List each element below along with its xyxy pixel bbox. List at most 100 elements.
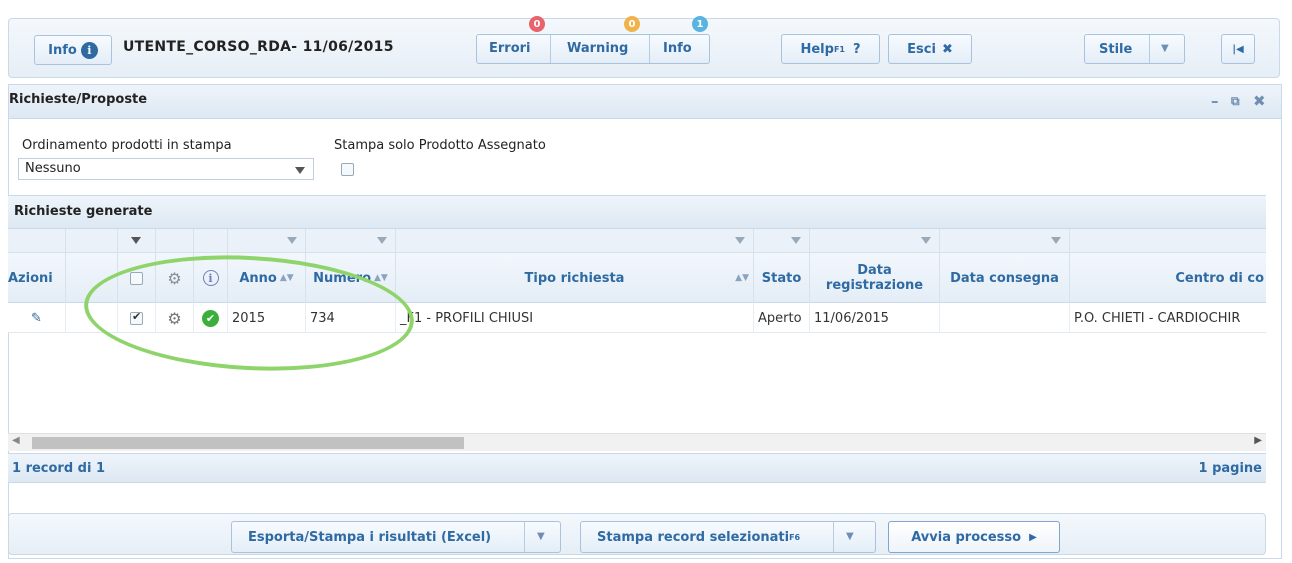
horizontal-scrollbar[interactable]: ◀ ▶	[8, 433, 1266, 451]
filter-cell	[66, 229, 118, 253]
col-data-consegna-label: Data consegna	[950, 270, 1059, 286]
row-blank	[66, 303, 118, 333]
messages-group: Errori Warning Info	[476, 34, 710, 64]
col-numero-label: Numero	[313, 270, 371, 286]
col-azioni: Azioni	[8, 253, 66, 303]
dropdown-funnel-icon	[295, 167, 305, 174]
panel-title: Richieste/Proposte	[9, 92, 148, 107]
errors-button[interactable]: Errori	[489, 41, 531, 56]
help-button-label: Help	[800, 41, 834, 57]
filter-cell-stato[interactable]	[754, 229, 810, 253]
separator	[833, 522, 834, 552]
style-dropdown[interactable]: Stile ▼	[1084, 34, 1185, 64]
row-status-icon: ✔	[194, 303, 228, 333]
print-selected-button[interactable]: Stampa record selezionati F6 ▼	[580, 521, 876, 553]
help-button[interactable]: Help F1 ?	[781, 34, 880, 64]
row-gear: ⚙	[156, 303, 194, 333]
close-panel-icon[interactable]: ✖	[1253, 92, 1266, 110]
col-tipo-label: Tipo richiesta	[524, 270, 625, 286]
warning-count-badge: 0	[624, 16, 640, 32]
print-selected-shortcut: F6	[789, 532, 801, 542]
chevron-down-icon[interactable]: ▼	[846, 531, 854, 542]
page-count: 1 pagine	[1198, 461, 1262, 476]
select-all-checkbox[interactable]	[130, 271, 143, 285]
col-numero[interactable]: Numero ▲▼	[306, 253, 396, 303]
filter-cell-centro[interactable]	[1070, 229, 1266, 253]
ordinamento-select[interactable]: Nessuno	[18, 158, 314, 180]
stampa-solo-checkbox[interactable]	[341, 163, 354, 176]
filter-cell-numero[interactable]	[306, 229, 396, 253]
scroll-left-icon[interactable]: ◀	[12, 435, 20, 446]
chevron-down-icon[interactable]: ▼	[537, 531, 545, 542]
info-outline-icon: i	[202, 270, 219, 286]
cell-centro: P.O. CHIETI - CARDIOCHIR	[1074, 310, 1241, 326]
gears-icon: ⚙	[167, 268, 182, 288]
col-tipo[interactable]: Tipo richiesta ▲▼	[396, 253, 754, 303]
table-row[interactable]: ✎ ⚙ ✔ 2015 734 _F1 - PROFILI CHIUSI Aper…	[8, 303, 1266, 333]
filter-cell-tipo[interactable]	[396, 229, 754, 253]
warning-button[interactable]: Warning	[567, 41, 628, 56]
exit-button-label: Esci	[907, 41, 936, 57]
grid-header-row: Azioni ⚙ i Anno ▲▼ Numero ▲▼ Tipo richiest…	[8, 253, 1266, 303]
help-shortcut: F1	[833, 44, 845, 54]
play-icon: ▶	[1029, 531, 1037, 543]
scroll-right-icon[interactable]: ▶	[1254, 435, 1262, 446]
grid-section-title: Richieste generate	[14, 204, 153, 219]
col-data-reg-label: Data registrazione	[825, 263, 924, 293]
filter-cell	[156, 229, 194, 253]
exit-button[interactable]: Esci ✖	[888, 34, 972, 64]
restore-icon[interactable]: ⧉	[1231, 94, 1240, 109]
collapse-left-icon: |◀	[1232, 43, 1244, 55]
filter-icon	[921, 237, 931, 244]
col-data-consegna[interactable]: Data consegna	[940, 253, 1070, 303]
col-data-reg[interactable]: Data registrazione	[810, 253, 940, 303]
filter-cell-check[interactable]	[118, 229, 156, 253]
process-gear-icon[interactable]: ⚙	[167, 309, 181, 328]
filter-row	[8, 229, 1266, 253]
filter-icon	[287, 237, 297, 244]
filter-icon	[791, 237, 801, 244]
sort-icon: ▲▼	[374, 273, 388, 283]
panel-header: Richieste/Proposte – ⧉ ✖	[9, 85, 1281, 119]
grid-section-header: Richieste generate	[8, 195, 1266, 229]
cell-data-reg: 11/06/2015	[810, 303, 940, 333]
ordinamento-value: Nessuno	[25, 161, 81, 176]
separator	[1149, 35, 1150, 63]
cell-numero: 734	[306, 303, 396, 333]
filter-cell-data-consegna[interactable]	[940, 229, 1070, 253]
info-count-badge: 1	[692, 16, 708, 32]
row-checkbox[interactable]	[130, 310, 143, 325]
info-messages-button[interactable]: Info	[663, 41, 692, 56]
filter-cell-anno[interactable]	[228, 229, 306, 253]
cell-tipo: _F1 - PROFILI CHIUSI	[396, 303, 754, 333]
separator	[649, 35, 650, 63]
col-anno[interactable]: Anno ▲▼	[228, 253, 306, 303]
stampa-solo-label: Stampa solo Prodotto Assegnato	[334, 138, 546, 153]
start-process-button[interactable]: Avvia processo ▶	[888, 521, 1060, 553]
col-select-all[interactable]	[118, 253, 156, 303]
collapse-sidebar-button[interactable]: |◀	[1221, 34, 1255, 64]
edit-pencil-icon[interactable]: ✎	[31, 311, 42, 326]
filter-cell	[8, 229, 66, 253]
cell-data-consegna	[940, 303, 1070, 333]
filter-icon	[735, 237, 745, 244]
col-centro[interactable]: Centro di co	[1070, 253, 1266, 303]
sort-icon: ▲▼	[279, 273, 294, 283]
sort-icon: ▲▼	[735, 273, 749, 283]
info-button-label: Info	[48, 42, 77, 58]
minimize-icon[interactable]: –	[1211, 92, 1219, 110]
export-excel-button[interactable]: Esporta/Stampa i risultati (Excel) ▼	[231, 521, 561, 553]
separator	[524, 522, 525, 552]
check-circle-icon: ✔	[202, 309, 219, 327]
errors-count-badge: 0	[529, 16, 545, 32]
filter-cell-data-reg[interactable]	[810, 229, 940, 253]
filter-icon	[377, 237, 387, 244]
scrollbar-thumb[interactable]	[32, 437, 464, 449]
col-stato-label: Stato	[761, 270, 802, 286]
info-button[interactable]: Info i	[34, 35, 112, 65]
style-dropdown-label: Stile	[1099, 41, 1133, 57]
col-centro-label: Centro di co	[1175, 270, 1264, 286]
row-select	[118, 303, 156, 333]
col-azioni-label: Azioni	[8, 270, 53, 286]
col-stato[interactable]: Stato	[754, 253, 810, 303]
